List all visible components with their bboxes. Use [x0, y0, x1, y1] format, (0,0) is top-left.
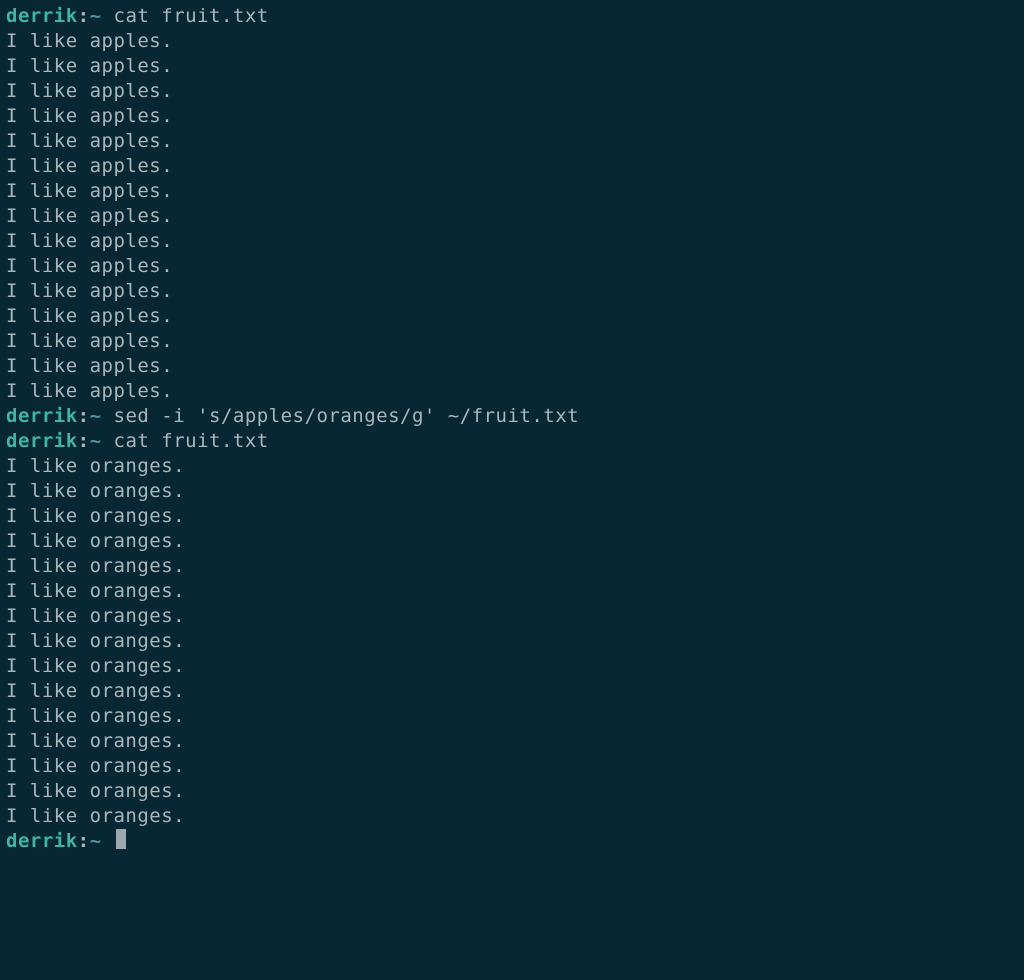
output-line: I like apples. [6, 29, 1018, 54]
output-line: I like apples. [6, 354, 1018, 379]
output-line: I like oranges. [6, 654, 1018, 679]
prompt-separator: : [78, 830, 90, 852]
output-line: I like apples. [6, 229, 1018, 254]
output-line: I like apples. [6, 104, 1018, 129]
prompt-separator: : [78, 405, 90, 427]
output-line: I like oranges. [6, 679, 1018, 704]
prompt-path: ~ [90, 405, 102, 427]
output-line: I like apples. [6, 329, 1018, 354]
command-text: sed -i 's/apples/oranges/g' ~/fruit.txt [114, 405, 580, 427]
output-line: I like oranges. [6, 554, 1018, 579]
prompt-user: derrik [6, 405, 78, 427]
output-line: I like oranges. [6, 454, 1018, 479]
prompt-path: ~ [90, 430, 102, 452]
output-line: I like oranges. [6, 754, 1018, 779]
command-line[interactable]: derrik:~ [6, 829, 1018, 854]
prompt-path: ~ [90, 830, 102, 852]
terminal[interactable]: derrik:~ cat fruit.txtI like apples.I li… [0, 0, 1024, 858]
prompt-separator: : [78, 430, 90, 452]
output-line: I like oranges. [6, 579, 1018, 604]
output-line: I like apples. [6, 379, 1018, 404]
prompt-user: derrik [6, 830, 78, 852]
output-line: I like oranges. [6, 704, 1018, 729]
output-line: I like oranges. [6, 604, 1018, 629]
prompt-tail [102, 430, 114, 452]
prompt-user: derrik [6, 5, 78, 27]
command-line[interactable]: derrik:~ cat fruit.txt [6, 429, 1018, 454]
command-text: cat fruit.txt [114, 5, 269, 27]
output-line: I like oranges. [6, 504, 1018, 529]
cursor [116, 829, 126, 849]
output-line: I like apples. [6, 254, 1018, 279]
output-line: I like apples. [6, 279, 1018, 304]
output-line: I like oranges. [6, 729, 1018, 754]
prompt-path: ~ [90, 5, 102, 27]
output-line: I like oranges. [6, 529, 1018, 554]
prompt-tail [102, 405, 114, 427]
prompt-user: derrik [6, 430, 78, 452]
output-line: I like oranges. [6, 479, 1018, 504]
output-line: I like oranges. [6, 629, 1018, 654]
output-line: I like apples. [6, 204, 1018, 229]
prompt-tail [102, 830, 114, 852]
output-line: I like oranges. [6, 779, 1018, 804]
output-line: I like apples. [6, 54, 1018, 79]
output-line: I like apples. [6, 304, 1018, 329]
output-line: I like apples. [6, 79, 1018, 104]
prompt-tail [102, 5, 114, 27]
command-line[interactable]: derrik:~ cat fruit.txt [6, 4, 1018, 29]
output-line: I like oranges. [6, 804, 1018, 829]
output-line: I like apples. [6, 179, 1018, 204]
output-line: I like apples. [6, 154, 1018, 179]
command-line[interactable]: derrik:~ sed -i 's/apples/oranges/g' ~/f… [6, 404, 1018, 429]
prompt-separator: : [78, 5, 90, 27]
command-text: cat fruit.txt [114, 430, 269, 452]
output-line: I like apples. [6, 129, 1018, 154]
